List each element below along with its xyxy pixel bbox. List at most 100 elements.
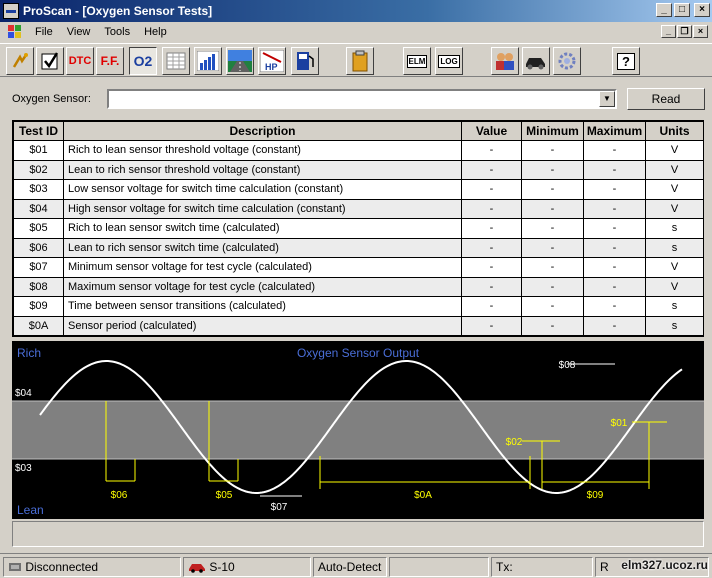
table-row[interactable]: $03 Low sensor voltage for switch time ca… xyxy=(13,179,704,200)
window-title: ProScan - [Oxygen Sensor Tests] xyxy=(23,4,213,18)
table-row[interactable]: $05 Rich to lean sensor switch time (calc… xyxy=(13,218,704,239)
cell-description: Time between sensor transitions (calcula… xyxy=(63,296,462,317)
table-row[interactable]: $09 Time between sensor transitions (calc… xyxy=(13,296,704,317)
oxygen-sensor-label: Oxygen Sensor: xyxy=(12,93,91,105)
cell-minimum: - xyxy=(521,159,584,180)
check-button[interactable] xyxy=(36,47,64,75)
cell-test-id: $07 xyxy=(13,257,64,278)
vehicle-button[interactable] xyxy=(522,47,550,75)
cell-units: V xyxy=(645,159,704,180)
users-button[interactable] xyxy=(491,47,519,75)
info-panel xyxy=(12,521,704,547)
cell-maximum: - xyxy=(583,296,646,317)
gear-icon xyxy=(558,52,576,70)
cell-description: High sensor voltage for switch time calc… xyxy=(63,198,462,219)
cell-units: V xyxy=(645,276,704,297)
close-button[interactable]: × xyxy=(694,3,710,17)
status-bar: Disconnected S-10 Auto-Detect Tx: R elm3… xyxy=(0,553,712,578)
cell-units: V xyxy=(645,198,704,219)
menu-bar: File View Tools Help _ ❐ × xyxy=(0,22,712,42)
bar-graph-button[interactable] xyxy=(194,47,222,75)
cell-units: s xyxy=(645,218,704,239)
menu-help[interactable]: Help xyxy=(137,26,174,38)
table-button[interactable] xyxy=(162,47,190,75)
child-minimize-button[interactable]: _ xyxy=(661,25,676,38)
clipboard-button[interactable] xyxy=(346,47,374,75)
cell-minimum: - xyxy=(521,179,584,200)
menu-view[interactable]: View xyxy=(60,26,98,38)
table-row[interactable]: $08 Maximum sensor voltage for test cycle… xyxy=(13,276,704,297)
checkmark-icon xyxy=(41,52,59,70)
elm-label: ELM xyxy=(406,54,428,68)
document-icon[interactable] xyxy=(8,25,22,39)
table-row[interactable]: $01 Rich to lean sensor threshold voltage… xyxy=(13,140,704,161)
annotation-label: $09 xyxy=(587,490,604,501)
column-header-minimum[interactable]: Minimum xyxy=(521,121,584,141)
cell-description: Maximum sensor voltage for test cycle (c… xyxy=(63,276,462,297)
cell-value: - xyxy=(461,218,522,239)
cell-test-id: $0A xyxy=(13,315,64,336)
freeze-frame-button[interactable]: F.F. xyxy=(96,47,124,75)
clipboard-icon xyxy=(352,50,368,72)
cell-minimum: - xyxy=(521,218,584,239)
cell-description: Rich to lean sensor switch time (calcula… xyxy=(63,218,462,239)
cell-description: Sensor period (calculated) xyxy=(63,315,462,336)
o2-label: O2 xyxy=(133,53,153,69)
cell-maximum: - xyxy=(583,257,646,278)
table-row[interactable]: $06 Lean to rich sensor switch time (calc… xyxy=(13,237,704,258)
o2-sensor-button[interactable]: O2 xyxy=(129,47,157,75)
protocol-status: Auto-Detect xyxy=(313,557,387,577)
horsepower-button[interactable]: HP xyxy=(258,47,286,75)
monitor-button[interactable] xyxy=(6,47,34,75)
read-button[interactable]: Read xyxy=(627,88,705,110)
car-icon xyxy=(189,564,205,573)
column-header-value[interactable]: Value xyxy=(461,121,522,141)
cell-minimum: - xyxy=(521,315,584,336)
dtc-button[interactable]: DTC xyxy=(66,47,94,75)
cell-minimum: - xyxy=(521,296,584,317)
help-button[interactable]: ? xyxy=(612,47,640,75)
column-header-maximum[interactable]: Maximum xyxy=(583,121,646,141)
horsepower-icon: HP xyxy=(260,50,284,72)
cell-test-id: $04 xyxy=(13,198,64,219)
column-header-test-id[interactable]: Test ID xyxy=(13,121,64,141)
fuel-button[interactable] xyxy=(291,47,319,75)
child-restore-button[interactable]: ❐ xyxy=(677,25,692,38)
chevron-down-icon[interactable]: ▼ xyxy=(599,91,615,107)
child-close-button[interactable]: × xyxy=(693,25,708,38)
high-level-label: $04 xyxy=(15,388,32,399)
chart-canvas: Rich Lean Oxygen Sensor Output $04 $03 $06 $05… xyxy=(12,341,704,519)
cell-units: V xyxy=(645,140,704,161)
table-row[interactable]: $07 Minimum sensor voltage for test cycle… xyxy=(13,257,704,278)
elm-button[interactable]: ELM xyxy=(403,47,431,75)
oxygen-sensor-chart: Rich Lean Oxygen Sensor Output $04 $03 $06 $05… xyxy=(12,341,704,519)
title-bar: ProScan - [Oxygen Sensor Tests] _ □ × xyxy=(0,0,712,22)
column-header-units[interactable]: Units xyxy=(645,121,704,141)
log-button[interactable]: LOG xyxy=(435,47,463,75)
lean-label: Lean xyxy=(17,503,44,517)
annotation-label: $01 xyxy=(611,418,628,429)
column-header-description[interactable]: Description xyxy=(63,121,462,141)
cell-test-id: $02 xyxy=(13,159,64,180)
minimize-button[interactable]: _ xyxy=(656,3,672,17)
cell-units: s xyxy=(645,296,704,317)
settings-button[interactable] xyxy=(553,47,581,75)
menu-file[interactable]: File xyxy=(28,26,60,38)
cell-value: - xyxy=(461,276,522,297)
bar-graph-icon xyxy=(197,51,219,71)
table-row[interactable]: $02 Lean to rich sensor threshold voltage… xyxy=(13,159,704,180)
table-row[interactable]: $0A Sensor period (calculated) - - - s xyxy=(13,315,704,336)
help-icon: ? xyxy=(617,52,635,70)
cell-test-id: $05 xyxy=(13,218,64,239)
table-icon xyxy=(166,52,186,70)
cell-maximum: - xyxy=(583,315,646,336)
connection-icon xyxy=(9,563,21,571)
cell-test-id: $03 xyxy=(13,179,64,200)
menu-tools[interactable]: Tools xyxy=(97,26,137,38)
oxygen-sensor-select[interactable]: ▼ xyxy=(107,89,617,109)
plug-icon xyxy=(12,53,28,68)
table-row[interactable]: $04 High sensor voltage for switch time c… xyxy=(13,198,704,219)
test-results-table: Test ID Description Value Minimum Maximu… xyxy=(12,120,704,337)
road-button[interactable] xyxy=(226,47,254,75)
maximize-button[interactable]: □ xyxy=(674,3,690,17)
